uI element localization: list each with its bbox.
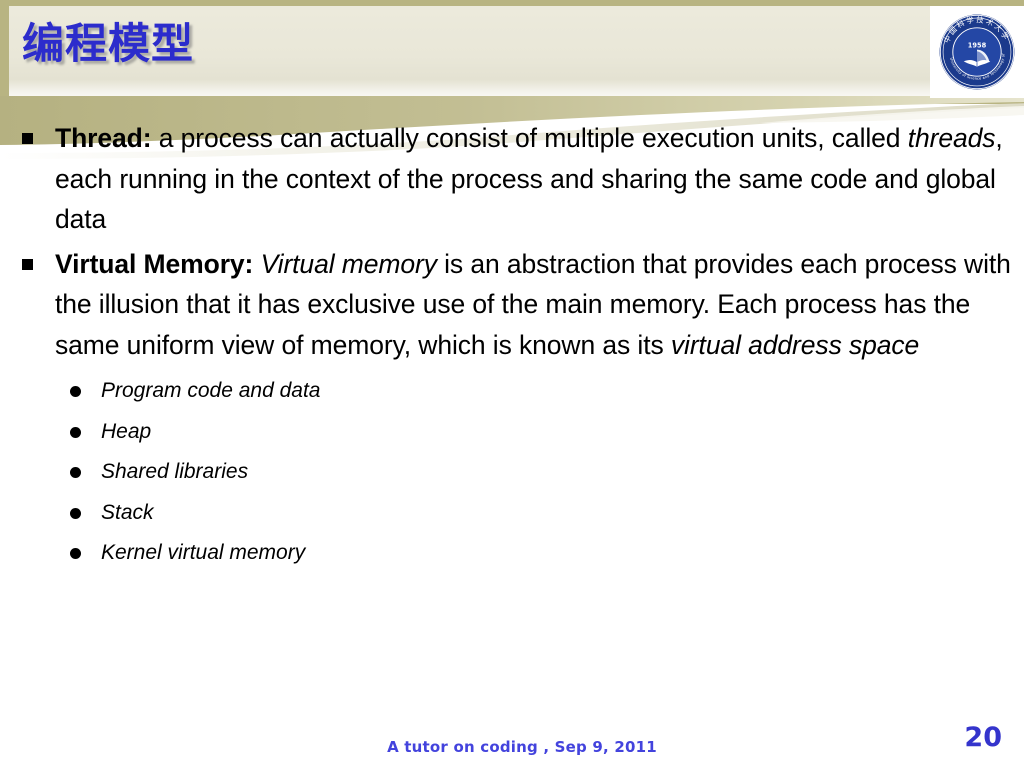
sub-bullet-label: Stack [101, 500, 154, 524]
list-item: Stack [0, 493, 1024, 534]
square-bullet-icon [22, 258, 33, 270]
sub-bullet-label: Shared libraries [101, 460, 249, 483]
list-item: Thread: a process can actually consist o… [0, 118, 1024, 240]
page-title: 编程模型 [22, 19, 195, 68]
svg-text:1958: 1958 [968, 41, 987, 49]
page-number: 20 [964, 722, 1002, 753]
slide-body: Thread: a process can actually consist o… [0, 118, 1024, 574]
sub-bullet-list: Program code and data Heap Shared librar… [0, 371, 1024, 574]
round-bullet-icon [70, 426, 81, 438]
bullet-emphasis-tail: virtual address space [670, 329, 920, 360]
bullet-space [253, 249, 260, 279]
bullet-text: a process can actually consist of multip… [151, 123, 908, 153]
round-bullet-icon [70, 467, 81, 478]
square-bullet-icon [22, 133, 33, 144]
list-item: Virtual Memory: Virtual memory is an abs… [0, 244, 1024, 366]
bullet-term: Thread: [55, 123, 152, 153]
footer-note: A tutor on coding , Sep 9, 2011 [0, 738, 1024, 756]
bullet-emphasis: Virtual memory [260, 248, 437, 279]
list-item: Kernel virtual memory [0, 533, 1024, 574]
round-bullet-icon [70, 548, 81, 559]
bullet-term: Virtual Memory: [55, 248, 254, 279]
footer-note-text: A tutor on coding , Sep 9, 2011 [387, 738, 657, 756]
list-item: Shared libraries [0, 452, 1024, 493]
sub-bullet-label: Heap [101, 419, 152, 443]
bullet-emphasis: threads [907, 123, 996, 153]
round-bullet-icon [70, 386, 81, 397]
sub-bullet-label: Kernel virtual memory [101, 541, 306, 564]
sub-bullet-label: Program code and data [101, 379, 321, 402]
main-bullet-list: Thread: a process can actually consist o… [0, 118, 1024, 365]
slide-canvas: 编程模型 中国科学技术大学 University of Science and … [0, 0, 1024, 768]
ustc-seal-logo: 中国科学技术大学 University of Science and Techn… [930, 6, 1024, 98]
round-bullet-icon [70, 507, 81, 519]
list-item: Heap [0, 412, 1024, 453]
list-item: Program code and data [0, 371, 1024, 412]
